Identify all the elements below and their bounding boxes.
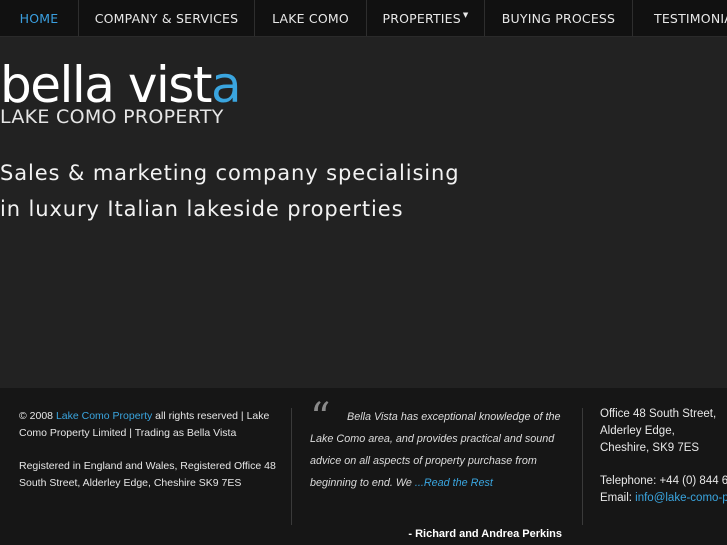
testimonial-author: - Richard and Andrea Perkins: [408, 528, 562, 540]
footer-divider: [291, 408, 292, 525]
logo-subtitle: LAKE COMO PROPERTY: [0, 106, 224, 128]
nav-item-label: LAKE COMO: [272, 10, 349, 26]
nav-item-testimonials[interactable]: TESTIMONIA: [633, 0, 727, 36]
caret-down-icon: ▼: [462, 11, 469, 19]
nav-item-company-services[interactable]: COMPANY & SERVICES: [79, 0, 255, 36]
address-line-3: Cheshire, SK9 7ES: [600, 442, 700, 454]
copyright-text: © 2008 Lake Como Property all rights res…: [19, 408, 277, 442]
registered-office-text: Registered in England and Wales, Registe…: [19, 460, 276, 489]
footer-contact: Office 48 South Street, Alderley Edge, C…: [600, 406, 727, 507]
address-line-1: Office 48 South Street,: [600, 408, 717, 420]
testimonial: “ Bella Vista has exceptional knowledge …: [310, 398, 572, 540]
quote-icon: “: [310, 395, 331, 441]
nav-item-lake-como[interactable]: LAKE COMO: [255, 0, 367, 36]
footer: © 2008 Lake Como Property all rights res…: [0, 388, 727, 545]
email-link[interactable]: info@lake-como-pr: [635, 492, 727, 504]
tagline-line-2: in luxury Italian lakeside properties: [0, 197, 404, 221]
nav-item-label: HOME: [19, 10, 59, 26]
nav-item-label: PROPERTIES: [382, 10, 461, 26]
copyright-link[interactable]: Lake Como Property: [56, 410, 152, 422]
copyright-prefix: © 2008: [19, 410, 56, 422]
email-row: Email: info@lake-como-pr: [600, 490, 727, 507]
hero-section: bella vista LAKE COMO PROPERTY Sales & m…: [0, 37, 727, 388]
telephone: Telephone: +44 (0) 844 6: [600, 475, 727, 487]
tagline-line-1: Sales & marketing company specialising: [0, 161, 460, 185]
nav-item-properties[interactable]: PROPERTIES ▼: [367, 0, 485, 36]
nav-item-label: BUYING PROCESS: [501, 10, 616, 26]
email-label: Email:: [600, 492, 636, 504]
logo[interactable]: bella vista: [0, 57, 242, 113]
nav-item-label: TESTIMONIA: [654, 10, 727, 26]
footer-legal: © 2008 Lake Como Property all rights res…: [19, 408, 277, 508]
footer-divider: [582, 408, 583, 525]
nav-item-buying-process[interactable]: BUYING PROCESS: [485, 0, 633, 36]
address-line-2: Alderley Edge,: [600, 425, 675, 437]
nav-item-home[interactable]: HOME: [0, 0, 79, 36]
testimonial-quote: Bella Vista has exceptional knowledge of…: [310, 406, 572, 494]
nav-item-label: COMPANY & SERVICES: [94, 10, 239, 26]
hero-tagline: Sales & marketing company specialising i…: [0, 155, 459, 227]
top-navigation: HOME COMPANY & SERVICES LAKE COMO PROPER…: [0, 0, 727, 37]
read-more-link[interactable]: ...Read the Rest: [415, 477, 493, 489]
